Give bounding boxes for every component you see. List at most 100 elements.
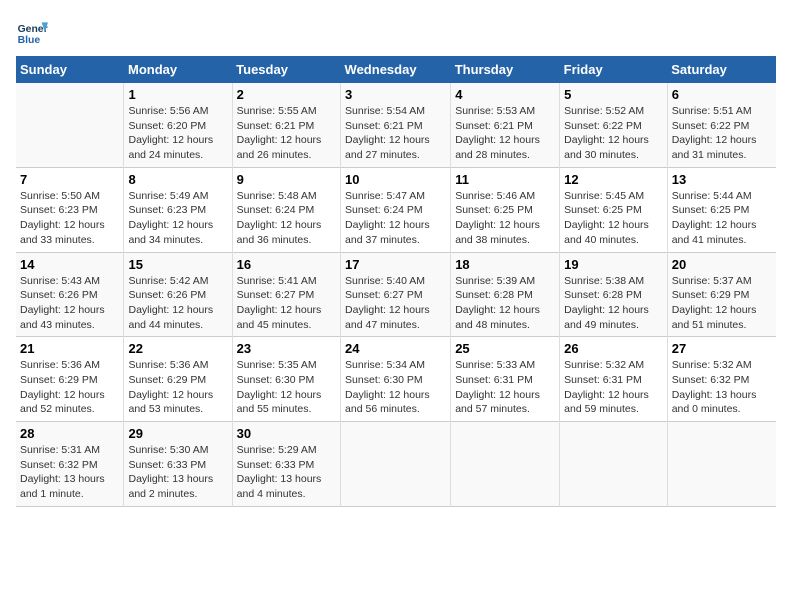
day-cell: 2 Sunrise: 5:55 AM Sunset: 6:21 PM Daylig… (232, 83, 340, 167)
day-number: 21 (20, 341, 119, 356)
column-header-saturday: Saturday (667, 56, 776, 83)
day-number: 8 (128, 172, 227, 187)
day-info: Sunrise: 5:43 AM Sunset: 6:26 PM Dayligh… (20, 274, 119, 333)
day-cell: 1 Sunrise: 5:56 AM Sunset: 6:20 PM Daylig… (124, 83, 232, 167)
week-row-3: 14Sunrise: 5:43 AM Sunset: 6:26 PM Dayli… (16, 252, 776, 337)
day-info: Sunrise: 5:50 AM Sunset: 6:23 PM Dayligh… (20, 189, 119, 248)
day-number: 22 (128, 341, 227, 356)
day-number: 28 (20, 426, 119, 441)
day-info: Sunrise: 5:45 AM Sunset: 6:25 PM Dayligh… (564, 189, 663, 248)
day-number: 3 (345, 87, 446, 102)
day-number: 12 (564, 172, 663, 187)
day-cell: 22Sunrise: 5:36 AM Sunset: 6:29 PM Dayli… (124, 337, 232, 422)
day-number: 9 (237, 172, 336, 187)
page-header: General Blue (16, 16, 776, 48)
day-info: Sunrise: 5:30 AM Sunset: 6:33 PM Dayligh… (128, 443, 227, 502)
day-cell: 17 Sunrise: 5:40 AM Sunset: 6:27 PM Dayli… (341, 252, 451, 337)
day-number: 19 (564, 257, 663, 272)
day-cell: 8 Sunrise: 5:49 AM Sunset: 6:23 PM Daylig… (124, 167, 232, 252)
day-cell: 26 Sunrise: 5:32 AM Sunset: 6:31 PM Dayli… (560, 337, 668, 422)
column-header-friday: Friday (560, 56, 668, 83)
day-info: Sunrise: 5:36 AM Sunset: 6:29 PM Dayligh… (20, 358, 119, 417)
column-header-thursday: Thursday (451, 56, 560, 83)
day-info: Sunrise: 5:41 AM Sunset: 6:27 PM Dayligh… (237, 274, 336, 333)
week-row-1: 1 Sunrise: 5:56 AM Sunset: 6:20 PM Daylig… (16, 83, 776, 167)
day-info: Sunrise: 5:31 AM Sunset: 6:32 PM Dayligh… (20, 443, 119, 502)
day-number: 7 (20, 172, 119, 187)
day-cell: 14Sunrise: 5:43 AM Sunset: 6:26 PM Dayli… (16, 252, 124, 337)
day-info: Sunrise: 5:54 AM Sunset: 6:21 PM Dayligh… (345, 104, 446, 163)
day-cell: 21 Sunrise: 5:36 AM Sunset: 6:29 PM Dayli… (16, 337, 124, 422)
day-cell: 28 Sunrise: 5:31 AM Sunset: 6:32 PM Dayli… (16, 422, 124, 507)
day-info: Sunrise: 5:39 AM Sunset: 6:28 PM Dayligh… (455, 274, 555, 333)
day-info: Sunrise: 5:51 AM Sunset: 6:22 PM Dayligh… (672, 104, 772, 163)
logo-icon: General Blue (16, 16, 48, 48)
day-info: Sunrise: 5:52 AM Sunset: 6:22 PM Dayligh… (564, 104, 663, 163)
day-number: 1 (128, 87, 227, 102)
column-header-sunday: Sunday (16, 56, 124, 83)
day-number: 29 (128, 426, 227, 441)
column-header-tuesday: Tuesday (232, 56, 340, 83)
day-cell: 29 Sunrise: 5:30 AM Sunset: 6:33 PM Dayli… (124, 422, 232, 507)
day-info: Sunrise: 5:32 AM Sunset: 6:31 PM Dayligh… (564, 358, 663, 417)
day-info: Sunrise: 5:46 AM Sunset: 6:25 PM Dayligh… (455, 189, 555, 248)
day-cell: 30 Sunrise: 5:29 AM Sunset: 6:33 PM Dayli… (232, 422, 340, 507)
day-info: Sunrise: 5:44 AM Sunset: 6:25 PM Dayligh… (672, 189, 772, 248)
day-cell: 5 Sunrise: 5:52 AM Sunset: 6:22 PM Daylig… (560, 83, 668, 167)
day-number: 16 (237, 257, 336, 272)
day-info: Sunrise: 5:38 AM Sunset: 6:28 PM Dayligh… (564, 274, 663, 333)
day-number: 27 (672, 341, 772, 356)
day-cell (16, 83, 124, 167)
day-cell: 27 Sunrise: 5:32 AM Sunset: 6:32 PM Dayli… (667, 337, 776, 422)
day-number: 5 (564, 87, 663, 102)
week-row-4: 21 Sunrise: 5:36 AM Sunset: 6:29 PM Dayli… (16, 337, 776, 422)
day-info: Sunrise: 5:40 AM Sunset: 6:27 PM Dayligh… (345, 274, 446, 333)
day-cell: 24 Sunrise: 5:34 AM Sunset: 6:30 PM Dayli… (341, 337, 451, 422)
day-number: 13 (672, 172, 772, 187)
day-cell: 23 Sunrise: 5:35 AM Sunset: 6:30 PM Dayli… (232, 337, 340, 422)
day-number: 17 (345, 257, 446, 272)
day-number: 24 (345, 341, 446, 356)
day-cell: 11 Sunrise: 5:46 AM Sunset: 6:25 PM Dayli… (451, 167, 560, 252)
column-header-monday: Monday (124, 56, 232, 83)
day-info: Sunrise: 5:32 AM Sunset: 6:32 PM Dayligh… (672, 358, 772, 417)
day-cell (667, 422, 776, 507)
day-cell: 15Sunrise: 5:42 AM Sunset: 6:26 PM Dayli… (124, 252, 232, 337)
day-cell: 19 Sunrise: 5:38 AM Sunset: 6:28 PM Dayli… (560, 252, 668, 337)
day-cell: 4Sunrise: 5:53 AM Sunset: 6:21 PM Daylig… (451, 83, 560, 167)
day-cell (560, 422, 668, 507)
day-info: Sunrise: 5:29 AM Sunset: 6:33 PM Dayligh… (237, 443, 336, 502)
day-cell: 16 Sunrise: 5:41 AM Sunset: 6:27 PM Dayli… (232, 252, 340, 337)
day-info: Sunrise: 5:33 AM Sunset: 6:31 PM Dayligh… (455, 358, 555, 417)
day-number: 23 (237, 341, 336, 356)
day-number: 2 (237, 87, 336, 102)
day-cell: 20 Sunrise: 5:37 AM Sunset: 6:29 PM Dayli… (667, 252, 776, 337)
day-cell: 7 Sunrise: 5:50 AM Sunset: 6:23 PM Daylig… (16, 167, 124, 252)
header-row: SundayMondayTuesdayWednesdayThursdayFrid… (16, 56, 776, 83)
day-info: Sunrise: 5:56 AM Sunset: 6:20 PM Dayligh… (128, 104, 227, 163)
day-cell: 18 Sunrise: 5:39 AM Sunset: 6:28 PM Dayli… (451, 252, 560, 337)
day-number: 18 (455, 257, 555, 272)
day-number: 11 (455, 172, 555, 187)
day-info: Sunrise: 5:55 AM Sunset: 6:21 PM Dayligh… (237, 104, 336, 163)
day-info: Sunrise: 5:53 AM Sunset: 6:21 PM Dayligh… (455, 104, 555, 163)
day-info: Sunrise: 5:34 AM Sunset: 6:30 PM Dayligh… (345, 358, 446, 417)
week-row-2: 7 Sunrise: 5:50 AM Sunset: 6:23 PM Daylig… (16, 167, 776, 252)
day-cell: 10Sunrise: 5:47 AM Sunset: 6:24 PM Dayli… (341, 167, 451, 252)
calendar-table: SundayMondayTuesdayWednesdayThursdayFrid… (16, 56, 776, 507)
day-info: Sunrise: 5:47 AM Sunset: 6:24 PM Dayligh… (345, 189, 446, 248)
day-number: 15 (128, 257, 227, 272)
day-info: Sunrise: 5:48 AM Sunset: 6:24 PM Dayligh… (237, 189, 336, 248)
day-number: 6 (672, 87, 772, 102)
day-number: 26 (564, 341, 663, 356)
day-number: 20 (672, 257, 772, 272)
day-number: 30 (237, 426, 336, 441)
day-info: Sunrise: 5:35 AM Sunset: 6:30 PM Dayligh… (237, 358, 336, 417)
day-cell: 12 Sunrise: 5:45 AM Sunset: 6:25 PM Dayli… (560, 167, 668, 252)
day-cell: 9 Sunrise: 5:48 AM Sunset: 6:24 PM Daylig… (232, 167, 340, 252)
column-header-wednesday: Wednesday (341, 56, 451, 83)
day-info: Sunrise: 5:49 AM Sunset: 6:23 PM Dayligh… (128, 189, 227, 248)
day-cell (451, 422, 560, 507)
day-info: Sunrise: 5:37 AM Sunset: 6:29 PM Dayligh… (672, 274, 772, 333)
svg-text:Blue: Blue (18, 35, 41, 46)
